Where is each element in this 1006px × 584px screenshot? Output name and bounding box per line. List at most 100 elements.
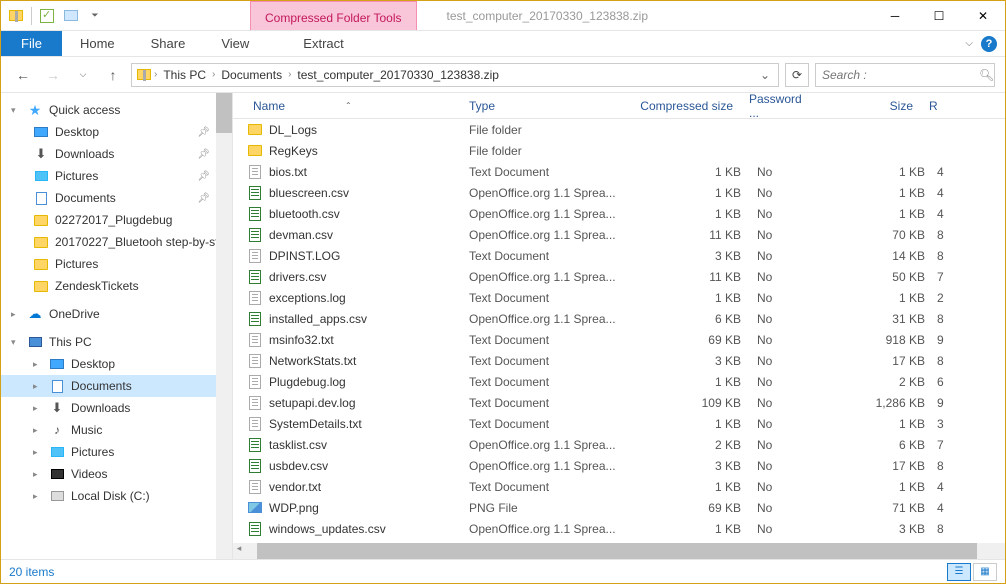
- file-password: No: [749, 480, 829, 494]
- view-tab[interactable]: View: [203, 31, 267, 56]
- file-row[interactable]: NetworkStats.txtText Document3 KBNo17 KB…: [233, 350, 1005, 371]
- chevron-right-icon[interactable]: ▸: [33, 447, 43, 458]
- ribbon-expand-icon[interactable]: ⌵: [965, 38, 973, 49]
- chevron-right-icon[interactable]: ›: [154, 69, 157, 80]
- sidebar-item-folder[interactable]: 20170227_Bluetooh step-by-step: [1, 231, 232, 253]
- file-row[interactable]: bluescreen.csvOpenOffice.org 1.1 Sprea..…: [233, 182, 1005, 203]
- column-header-ratio[interactable]: R: [921, 99, 1005, 113]
- qat-customize-dropdown[interactable]: ⏷: [84, 5, 106, 27]
- file-row[interactable]: exceptions.logText Document1 KBNo1 KB2: [233, 287, 1005, 308]
- help-icon[interactable]: ?: [981, 36, 997, 52]
- file-row[interactable]: msinfo32.txtText Document69 KBNo918 KB9: [233, 329, 1005, 350]
- qat-new-folder-icon[interactable]: [60, 5, 82, 27]
- forward-button[interactable]: →: [41, 63, 65, 87]
- sidebar-scrollbar[interactable]: [216, 93, 232, 559]
- file-password: No: [749, 459, 829, 473]
- sidebar-item-documents[interactable]: Documents 📌︎: [1, 187, 232, 209]
- recent-locations-dropdown[interactable]: ⌵: [71, 63, 95, 87]
- file-compressed-size: 3 KB: [629, 249, 749, 263]
- sidebar-item-folder[interactable]: Pictures: [1, 253, 232, 275]
- file-row[interactable]: windows_updates.csvOpenOffice.org 1.1 Sp…: [233, 518, 1005, 539]
- file-row[interactable]: tasklist.csvOpenOffice.org 1.1 Sprea...2…: [233, 434, 1005, 455]
- chevron-right-icon[interactable]: ▸: [33, 425, 43, 436]
- contextual-tool-tab[interactable]: Compressed Folder Tools: [250, 1, 417, 30]
- sidebar-item-quick-access[interactable]: ▾ ★ Quick access: [1, 99, 232, 121]
- file-row[interactable]: drivers.csvOpenOffice.org 1.1 Sprea...11…: [233, 266, 1005, 287]
- sidebar-item-pictures[interactable]: ▸ Pictures: [1, 441, 232, 463]
- sidebar-item-local-disk[interactable]: ▸ Local Disk (C:): [1, 485, 232, 507]
- minimize-button[interactable]: ─: [873, 1, 917, 30]
- sidebar-item-this-pc[interactable]: ▾ This PC: [1, 331, 232, 353]
- qat-properties-icon[interactable]: [36, 5, 58, 27]
- breadcrumb-segment[interactable]: This PC: [159, 68, 210, 82]
- column-header-type[interactable]: Type: [461, 99, 621, 113]
- icons-view-button[interactable]: ▦: [973, 563, 997, 581]
- maximize-button[interactable]: ☐: [917, 1, 961, 30]
- file-row[interactable]: devman.csvOpenOffice.org 1.1 Sprea...11 …: [233, 224, 1005, 245]
- up-button[interactable]: ↑: [101, 63, 125, 87]
- qat-app-icon[interactable]: [5, 5, 27, 27]
- file-size: 1 KB: [829, 207, 929, 221]
- scrollbar-thumb[interactable]: [257, 543, 977, 559]
- chevron-right-icon[interactable]: ▸: [33, 491, 43, 502]
- file-password: No: [749, 375, 829, 389]
- file-tab[interactable]: File: [1, 31, 62, 56]
- search-box[interactable]: 🔍︎: [815, 63, 995, 87]
- search-input[interactable]: [822, 68, 979, 82]
- file-row[interactable]: Plugdebug.logText Document1 KBNo2 KB6: [233, 371, 1005, 392]
- back-button[interactable]: ←: [11, 63, 35, 87]
- desktop-icon: [49, 356, 65, 372]
- sidebar-item-videos[interactable]: ▸ Videos: [1, 463, 232, 485]
- sidebar-item-music[interactable]: ▸ ♪ Music: [1, 419, 232, 441]
- breadcrumb-segment[interactable]: Documents: [217, 68, 286, 82]
- file-compressed-size: 69 KB: [629, 501, 749, 515]
- chevron-right-icon[interactable]: ▸: [33, 381, 43, 392]
- chevron-down-icon[interactable]: ▾: [11, 337, 21, 348]
- file-row[interactable]: vendor.txtText Document1 KBNo1 KB4: [233, 476, 1005, 497]
- sidebar-item-desktop[interactable]: ▸ Desktop: [1, 353, 232, 375]
- chevron-down-icon[interactable]: ▾: [11, 105, 21, 116]
- refresh-button[interactable]: ⟳: [785, 63, 809, 87]
- sidebar-item-pictures[interactable]: Pictures 📌︎: [1, 165, 232, 187]
- sidebar-item-downloads[interactable]: ▸ ⬇ Downloads: [1, 397, 232, 419]
- home-tab[interactable]: Home: [62, 31, 133, 56]
- share-tab[interactable]: Share: [133, 31, 204, 56]
- column-header-name[interactable]: Name⌃: [245, 99, 461, 113]
- file-row[interactable]: WDP.pngPNG File69 KBNo71 KB4: [233, 497, 1005, 518]
- sidebar-item-desktop[interactable]: Desktop 📌︎: [1, 121, 232, 143]
- chevron-right-icon[interactable]: ›: [288, 69, 291, 80]
- file-type-icon: [245, 416, 265, 432]
- file-row[interactable]: DL_LogsFile folder: [233, 119, 1005, 140]
- close-button[interactable]: ✕: [961, 1, 1005, 30]
- file-row[interactable]: bios.txtText Document1 KBNo1 KB4: [233, 161, 1005, 182]
- address-path[interactable]: › This PC › Documents › test_computer_20…: [131, 63, 779, 87]
- chevron-right-icon[interactable]: ▸: [33, 359, 43, 370]
- file-compressed-size: 6 KB: [629, 312, 749, 326]
- file-type-icon: [245, 500, 265, 516]
- breadcrumb-segment[interactable]: test_computer_20170330_123838.zip: [293, 68, 503, 82]
- column-header-size[interactable]: Size: [821, 99, 921, 113]
- file-row[interactable]: installed_apps.csvOpenOffice.org 1.1 Spr…: [233, 308, 1005, 329]
- chevron-right-icon[interactable]: ▸: [11, 309, 21, 320]
- file-row[interactable]: DPINST.LOGText Document3 KBNo14 KB8: [233, 245, 1005, 266]
- chevron-right-icon[interactable]: ▸: [33, 469, 43, 480]
- address-dropdown-icon[interactable]: ⌄: [756, 68, 774, 82]
- file-row[interactable]: usbdev.csvOpenOffice.org 1.1 Sprea...3 K…: [233, 455, 1005, 476]
- file-row[interactable]: SystemDetails.txtText Document1 KBNo1 KB…: [233, 413, 1005, 434]
- column-header-compressed-size[interactable]: Compressed size: [621, 99, 741, 113]
- horizontal-scrollbar[interactable]: ◂: [233, 543, 1005, 559]
- sidebar-item-folder[interactable]: ZendeskTickets: [1, 275, 232, 297]
- details-view-button[interactable]: ☰: [947, 563, 971, 581]
- chevron-right-icon[interactable]: ▸: [33, 403, 43, 414]
- chevron-right-icon[interactable]: ›: [212, 69, 215, 80]
- file-row[interactable]: setupapi.dev.logText Document109 KBNo1,2…: [233, 392, 1005, 413]
- search-icon[interactable]: 🔍︎: [979, 68, 994, 82]
- sidebar-item-folder[interactable]: 02272017_Plugdebug: [1, 209, 232, 231]
- file-row[interactable]: bluetooth.csvOpenOffice.org 1.1 Sprea...…: [233, 203, 1005, 224]
- sidebar-item-onedrive[interactable]: ▸ ☁ OneDrive: [1, 303, 232, 325]
- column-header-password[interactable]: Password ...: [741, 93, 821, 120]
- extract-tab[interactable]: Extract: [285, 31, 361, 56]
- file-row[interactable]: RegKeysFile folder: [233, 140, 1005, 161]
- sidebar-item-documents[interactable]: ▸ Documents: [1, 375, 232, 397]
- sidebar-item-downloads[interactable]: ⬇ Downloads 📌︎: [1, 143, 232, 165]
